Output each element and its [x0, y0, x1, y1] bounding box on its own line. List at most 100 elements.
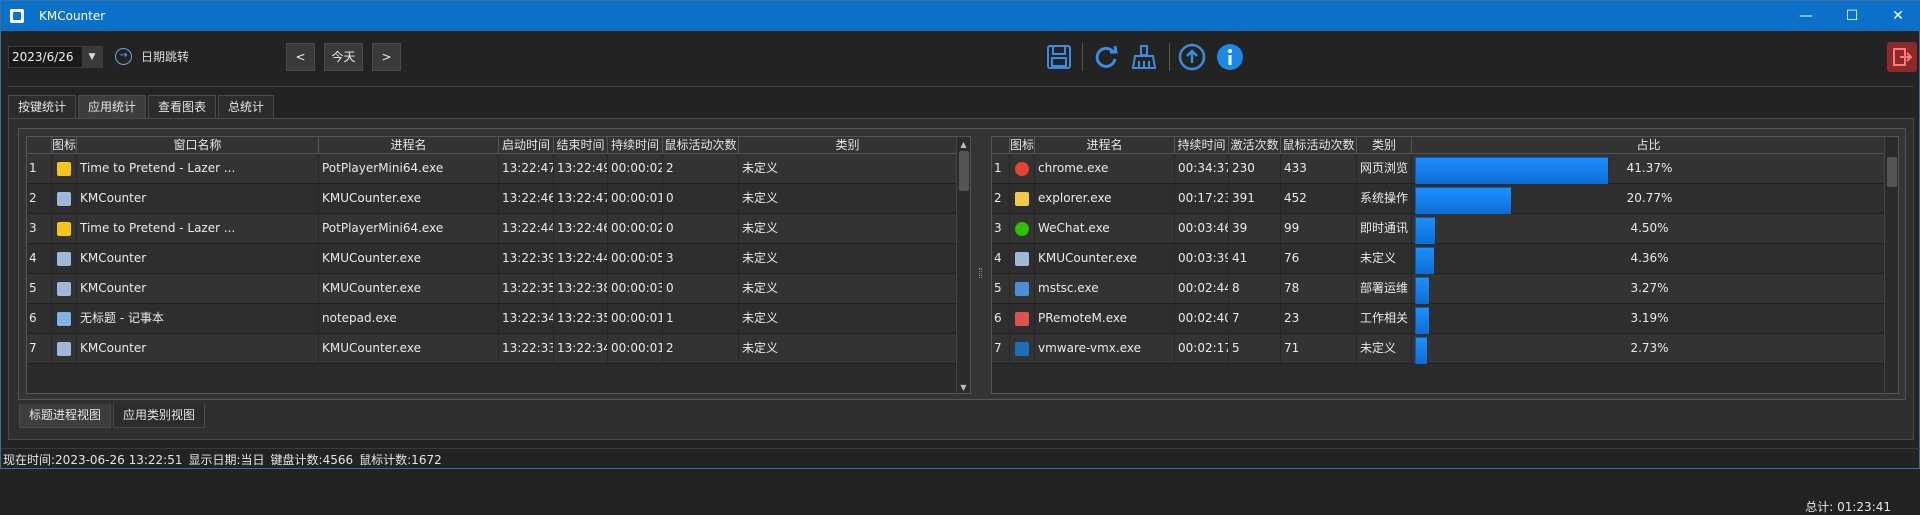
next-day-button[interactable]: >: [372, 43, 401, 71]
row-number: 5: [992, 274, 1010, 304]
table-row[interactable]: 7 vmware-vmx.exe 00:02:17 5 71 未定义 2.73%: [992, 334, 1886, 364]
tab-key-stats[interactable]: 按键统计: [8, 95, 77, 119]
table-row[interactable]: 3 WeChat.exe 00:03:46 39 99 即时通讯 4.50%: [992, 214, 1886, 244]
table-row[interactable]: 1 Time to Pretend - Lazer ... PotPlayerMin…: [27, 154, 957, 184]
table-row[interactable]: 3 Time to Pretend - Lazer ... PotPlayerMin…: [27, 214, 957, 244]
end-time-cell: 13:22:47: [554, 184, 608, 214]
row-number: 5: [27, 274, 52, 304]
table-row[interactable]: 4 KMUCounter.exe 00:03:39 41 76 未定义 4.36%: [992, 244, 1886, 274]
end-time-cell: 13:22:44: [554, 244, 608, 274]
table-row[interactable]: 7 KMCounter KMUCounter.exe 13:22:33 13:22:34…: [27, 334, 957, 364]
duration-cell: 00:03:39: [1175, 244, 1229, 274]
process-cell: KMUCounter.exe: [319, 184, 499, 214]
duration-cell: 00:00:03: [608, 274, 663, 304]
vertical-scrollbar[interactable]: [1884, 137, 1898, 393]
duration-cell: 00:03:46: [1175, 214, 1229, 244]
prev-day-button[interactable]: <: [286, 43, 315, 71]
window-history-table[interactable]: 图标 窗口名称 进程名 启动时间 结束时间 持续时间 鼠标活动次数 类别 1 Ti…: [26, 136, 971, 394]
row-number: 4: [992, 244, 1010, 274]
row-number: 2: [27, 184, 52, 214]
start-time-cell: 13:22:34: [499, 304, 554, 334]
duration-cell: 00:00:05: [608, 244, 663, 274]
table-row[interactable]: 4 KMCounter KMUCounter.exe 13:22:39 13:22:44…: [27, 244, 957, 274]
main-tabs: 按键统计 应用统计 查看图表 总统计: [8, 95, 276, 120]
date-jump-button[interactable]: → 日期跳转: [115, 48, 189, 65]
tab-app-category-view[interactable]: 应用类别视图: [113, 404, 206, 428]
category-cell: 未定义: [739, 184, 957, 214]
process-cell: KMUCounter.exe: [1035, 244, 1175, 274]
table-row[interactable]: 2 explorer.exe 00:17:23 391 452 系统操作 20.77%: [992, 184, 1886, 214]
table-row[interactable]: 6 无标题 - 记事本 notepad.exe 13:22:34 13:22:35 00:…: [27, 304, 957, 334]
status-keyboard-count: 键盘计数:4566: [270, 453, 354, 467]
premote-icon: [1015, 312, 1029, 326]
process-cell: chrome.exe: [1035, 154, 1175, 184]
chevron-down-icon[interactable]: ▼: [82, 47, 102, 67]
exit-icon[interactable]: [1887, 42, 1917, 72]
table-row[interactable]: 5 KMCounter KMUCounter.exe 13:22:35 13:22:38…: [27, 274, 957, 304]
kmcounter-icon: [1015, 252, 1029, 266]
tab-app-stats[interactable]: 应用统计: [78, 95, 147, 120]
header-window-title[interactable]: 窗口名称: [77, 137, 319, 154]
category-cell: 未定义: [1357, 244, 1412, 274]
title-bar[interactable]: KMCounter — ☐ ✕: [1, 1, 1920, 31]
header-process[interactable]: 进程名: [319, 137, 499, 154]
process-cell: vmware-vmx.exe: [1035, 334, 1175, 364]
explorer-icon: [1015, 192, 1029, 206]
close-button[interactable]: ✕: [1875, 1, 1920, 31]
header-icon[interactable]: 图标: [52, 137, 77, 154]
header-activations[interactable]: 激活次数: [1229, 137, 1281, 154]
header-icon[interactable]: 图标: [1010, 137, 1035, 154]
row-number: 7: [992, 334, 1010, 364]
tab-total-stats[interactable]: 总统计: [218, 95, 275, 119]
share-percent: 3.27%: [1412, 274, 1885, 304]
date-picker[interactable]: 2023/6/26 ▼: [8, 46, 103, 68]
duration-cell: 00:00:02: [608, 154, 663, 184]
icon-cell: [52, 214, 77, 244]
kmcounter-icon: [57, 252, 71, 266]
window-title-cell: KMCounter: [77, 334, 319, 364]
mouse-count-cell: 76: [1281, 244, 1357, 274]
splitter-handle[interactable]: [976, 138, 985, 410]
today-button[interactable]: 今天: [324, 43, 363, 71]
header-mouse-count[interactable]: 鼠标活动次数: [1281, 137, 1357, 154]
refresh-icon[interactable]: [1091, 42, 1121, 72]
header-process[interactable]: 进程名: [1035, 137, 1175, 154]
clean-icon[interactable]: [1129, 42, 1159, 72]
row-number: 4: [27, 244, 52, 274]
app-summary-table[interactable]: 图标 进程名 持续时间 激活次数 鼠标活动次数 类别 占比 1 chrome.ex…: [991, 136, 1899, 394]
table-row[interactable]: 6 PRemoteM.exe 00:02:40 7 23 工作相关 3.19%: [992, 304, 1886, 334]
header-end-time[interactable]: 结束时间: [554, 137, 608, 154]
end-time-cell: 13:22:34: [554, 334, 608, 364]
tab-charts[interactable]: 查看图表: [148, 95, 217, 119]
upload-icon[interactable]: [1177, 42, 1207, 72]
info-icon[interactable]: [1215, 42, 1245, 72]
minimize-button[interactable]: —: [1783, 1, 1829, 31]
tab-title-process-view[interactable]: 标题进程视图: [19, 404, 112, 428]
share-percent: 41.37%: [1412, 154, 1885, 184]
save-icon[interactable]: [1044, 42, 1074, 72]
process-cell: PotPlayerMini64.exe: [319, 214, 499, 244]
maximize-button[interactable]: ☐: [1829, 1, 1875, 31]
mouse-count-cell: 78: [1281, 274, 1357, 304]
table-row[interactable]: 1 chrome.exe 00:34:37 230 433 网页浏览 41.37%: [992, 154, 1886, 184]
wechat-icon: [1015, 222, 1029, 236]
header-start-time[interactable]: 启动时间: [499, 137, 554, 154]
header-category[interactable]: 类别: [1357, 137, 1412, 154]
vmware-icon: [1015, 342, 1029, 356]
table-row[interactable]: 2 KMCounter KMUCounter.exe 13:22:46 13:22:47…: [27, 184, 957, 214]
process-cell: PRemoteM.exe: [1035, 304, 1175, 334]
kmcounter-icon: [57, 282, 71, 296]
header-category[interactable]: 类别: [739, 137, 957, 154]
header-share[interactable]: 占比: [1412, 137, 1886, 154]
category-cell: 未定义: [739, 244, 957, 274]
start-time-cell: 13:22:46: [499, 184, 554, 214]
category-cell: 网页浏览: [1357, 154, 1412, 184]
end-time-cell: 13:22:49: [554, 154, 608, 184]
icon-cell: [1010, 304, 1035, 334]
header-duration[interactable]: 持续时间: [608, 137, 663, 154]
header-mouse-count[interactable]: 鼠标活动次数: [663, 137, 739, 154]
table-row[interactable]: 5 mstsc.exe 00:02:44 8 78 部署运维 3.27%: [992, 274, 1886, 304]
header-duration[interactable]: 持续时间: [1175, 137, 1229, 154]
vertical-scrollbar[interactable]: ▲ ▼: [956, 137, 970, 393]
kmcounter-icon: [57, 342, 71, 356]
